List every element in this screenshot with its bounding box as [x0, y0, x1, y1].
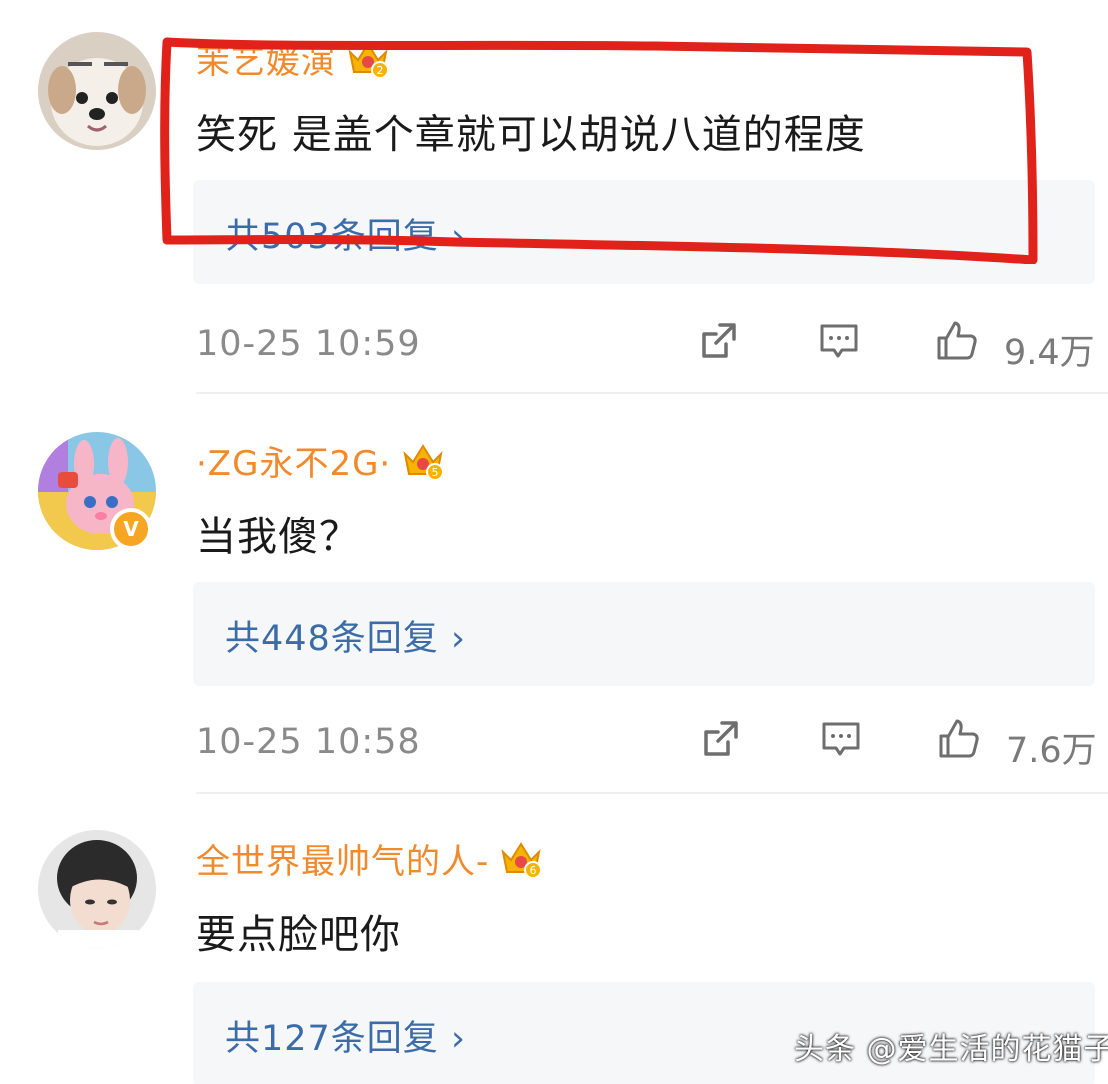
replies-link[interactable]: 共127条回复 › [225, 1010, 466, 1061]
crown-badge-icon: 6 [501, 842, 543, 879]
username[interactable]: 全世界最帅气的人- [196, 834, 489, 883]
comment-text: 要点脸吧你 [196, 912, 401, 958]
divider [196, 792, 1108, 794]
divider [196, 392, 1108, 394]
watermark: 头条 @爱生活的花猫子 [794, 1032, 1108, 1067]
like-count: 9.4万 [1004, 333, 1095, 373]
reply-box[interactable]: 共503条回复 › [193, 180, 1095, 284]
like-count: 7.6万 [1006, 731, 1097, 771]
user-avatar[interactable] [38, 830, 156, 948]
replies-link[interactable]: 共448条回复 › [225, 610, 466, 661]
crown-badge-icon: 5 [403, 444, 445, 481]
comment-text: 笑死 是盖个章就可以胡说八道的程度 [196, 112, 866, 158]
svg-text:2: 2 [377, 64, 384, 77]
verified-icon: V [110, 508, 152, 550]
comment-meta: 10-25 10:58 7.6万 [196, 716, 1097, 771]
share-icon[interactable] [696, 318, 742, 364]
comment-meta: 10-25 10:59 9.4万 [196, 318, 1096, 373]
svg-text:5: 5 [432, 466, 439, 479]
comment-icon[interactable] [818, 716, 864, 762]
chevron-right-icon: › [450, 217, 466, 257]
crown-badge-icon: 2 [348, 42, 389, 79]
user-avatar[interactable] [38, 32, 156, 150]
comment-icon[interactable] [816, 318, 862, 364]
replies-link[interactable]: 共503条回复 › [225, 208, 466, 259]
comment-text: 当我傻？ [196, 514, 360, 560]
timestamp: 10-25 10:59 [196, 324, 421, 364]
svg-text:6: 6 [530, 864, 537, 877]
username[interactable]: ·ZG永不2G· [196, 436, 391, 485]
chevron-right-icon: › [450, 1019, 466, 1059]
like-icon[interactable] [934, 318, 980, 364]
reply-box[interactable]: 共448条回复 › [193, 582, 1095, 686]
username[interactable]: 茉艺媛演 [196, 34, 336, 83]
like-icon[interactable] [936, 716, 982, 762]
share-icon[interactable] [698, 716, 744, 762]
chevron-right-icon: › [450, 619, 466, 659]
timestamp: 10-25 10:58 [196, 722, 421, 762]
